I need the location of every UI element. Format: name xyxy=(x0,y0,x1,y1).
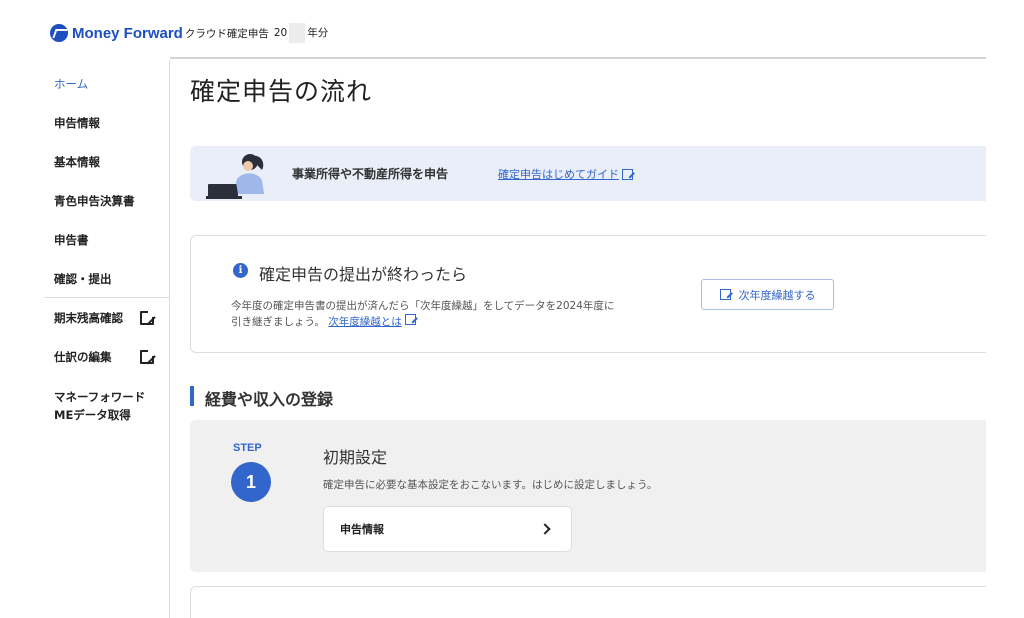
notice-description: 今年度の確定申告書の提出が済んだら「次年度繰越」をしてデータを2024年度に 引… xyxy=(231,298,701,330)
banner-text: 事業所得や不動産所得を申告 xyxy=(292,167,449,181)
filing-info-button-label: 申告情報 xyxy=(340,523,384,536)
sidebar-item-label: 確認・提出 xyxy=(54,272,112,286)
beginner-guide-link-label: 確定申告はじめてガイド xyxy=(498,168,619,181)
header-divider xyxy=(170,57,986,59)
notice-desc-line1: 今年度の確定申告書の提出が済んだら「次年度繰越」をしてデータを2024年度に xyxy=(231,300,615,312)
filing-info-button[interactable]: 申告情報 xyxy=(323,506,572,552)
guide-banner: 事業所得や不動産所得を申告 確定申告はじめてガイド xyxy=(190,146,986,201)
fiscal-year-prefix: 20 xyxy=(273,27,288,39)
page-title: 確定申告の流れ xyxy=(190,77,373,106)
carry-over-help-link-label: 次年度繰越とは xyxy=(328,316,402,328)
next-step-panel xyxy=(190,586,986,618)
sidebar-item-filing-info[interactable]: 申告情報 xyxy=(44,111,170,135)
person-with-laptop-illustration xyxy=(206,154,264,199)
carry-over-button-label: 次年度繰越する xyxy=(738,288,816,302)
fiscal-year: 20 年分 xyxy=(274,23,328,43)
sidebar-item-home[interactable]: ホーム xyxy=(44,72,170,96)
notice-title: 確定申告の提出が終わったら xyxy=(259,265,468,284)
chevron-right-icon xyxy=(539,523,551,535)
sidebar-item-me-data[interactable]: マネーフォワード MEデータ取得 xyxy=(54,388,164,424)
carry-over-button[interactable]: 次年度繰越する xyxy=(701,279,834,310)
step-title: 初期設定 xyxy=(323,448,388,467)
step-number-badge: 1 xyxy=(231,462,271,502)
external-link-icon xyxy=(140,309,156,325)
external-link-icon xyxy=(404,314,416,325)
sidebar-item-label: 仕訳の編集 xyxy=(54,350,112,364)
external-link-icon xyxy=(622,168,633,180)
external-link-icon xyxy=(719,289,731,300)
post-filing-notice-card: i 確定申告の提出が終わったら 今年度の確定申告書の提出が済んだら「次年度繰越」… xyxy=(190,235,986,353)
money-forward-logo-icon xyxy=(50,24,68,42)
sidebar-item-basic-info[interactable]: 基本情報 xyxy=(44,150,170,174)
sidebar-divider xyxy=(44,297,170,298)
brand-name: Money Forward xyxy=(72,24,183,42)
sidebar-item-blue-return[interactable]: 青色申告決算書 xyxy=(44,189,170,213)
year-mask xyxy=(289,23,306,43)
sidebar-item-label: ホーム xyxy=(54,77,89,91)
step-panel: STEP 1 初期設定 確定申告に必要な基本設定をおこないます。はじめに設定しま… xyxy=(190,420,986,572)
sidebar-item-label-line1: マネーフォワード xyxy=(54,390,146,404)
step-description: 確定申告に必要な基本設定をおこないます。はじめに設定しましょう。 xyxy=(323,479,658,491)
app-name: クラウド確定申告 xyxy=(184,27,269,40)
fiscal-year-suffix: 年分 xyxy=(307,27,329,39)
sidebar-item-label: 期末残高確認 xyxy=(54,311,123,325)
section-accent-bar xyxy=(190,386,194,406)
step-label: STEP xyxy=(233,442,262,454)
sidebar-item-label: 申告情報 xyxy=(54,116,100,130)
sidebar-item-tax-return[interactable]: 申告書 xyxy=(44,228,170,252)
sidebar-item-period-balance[interactable]: 期末残高確認 xyxy=(44,306,170,330)
sidebar: ホーム 申告情報 基本情報 青色申告決算書 申告書 確認・提出 期末残高確認 仕… xyxy=(44,60,170,618)
external-link-icon xyxy=(140,348,156,364)
sidebar-item-label: 基本情報 xyxy=(54,155,100,169)
section-title: 経費や収入の登録 xyxy=(205,390,334,409)
beginner-guide-link[interactable]: 確定申告はじめてガイド xyxy=(498,166,633,182)
sidebar-item-journal-edit[interactable]: 仕訳の編集 xyxy=(44,345,170,369)
sidebar-item-review-submit[interactable]: 確認・提出 xyxy=(44,267,170,291)
notice-desc-line2: 引き継ぎましょう。 xyxy=(231,316,325,328)
app-header: Money Forward クラウド確定申告 20 年分 xyxy=(0,0,1024,59)
sidebar-item-label: 青色申告決算書 xyxy=(54,194,135,208)
logo[interactable]: Money Forward クラウド確定申告 20 年分 xyxy=(50,23,328,43)
carry-over-help-link[interactable]: 次年度繰越とは xyxy=(328,316,402,328)
sidebar-item-label: 申告書 xyxy=(54,233,89,247)
info-icon: i xyxy=(233,263,248,278)
sidebar-item-label-line2: MEデータ取得 xyxy=(54,408,131,422)
